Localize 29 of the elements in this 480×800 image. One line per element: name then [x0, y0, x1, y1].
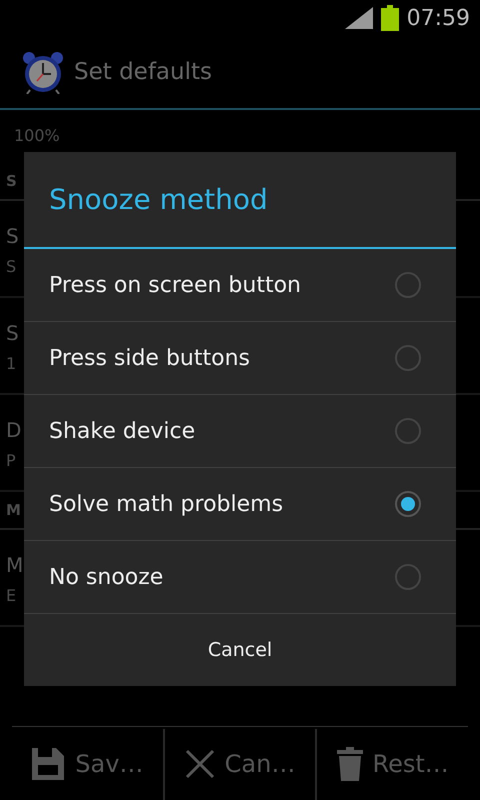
dialog-title: Snooze method — [24, 152, 456, 249]
radio-button[interactable] — [395, 564, 421, 590]
option-item[interactable]: Solve math problems — [24, 468, 456, 541]
setting-summary: 100% — [14, 126, 60, 145]
setting-title: D — [6, 417, 22, 444]
option-item[interactable]: No snooze — [24, 541, 456, 614]
trash-icon — [336, 747, 363, 781]
clock-time: 07:59 — [406, 6, 470, 30]
setting-summary: S — [6, 257, 16, 276]
option-item[interactable]: Press on screen button — [24, 249, 456, 322]
radio-button[interactable] — [395, 491, 421, 517]
option-item[interactable]: Shake device — [24, 395, 456, 468]
alarm-clock-icon — [22, 50, 64, 94]
save-icon — [31, 747, 66, 781]
cancel-button[interactable]: Cancel — [24, 614, 456, 686]
setting-summary: P — [6, 451, 16, 470]
setting-title: S — [6, 320, 19, 347]
setting-summary: E — [6, 586, 16, 605]
setting-title: M — [6, 552, 24, 579]
radio-button[interactable] — [395, 345, 421, 371]
signal-icon — [344, 7, 373, 29]
setting-title: S — [6, 223, 19, 250]
radio-button[interactable] — [395, 272, 421, 298]
close-icon — [184, 749, 215, 779]
battery-icon — [380, 5, 399, 31]
setting-summary: 1 — [6, 354, 16, 373]
option-item[interactable]: Press side buttons — [24, 322, 456, 395]
radio-button[interactable] — [395, 418, 421, 444]
screen-title: Set defaults — [74, 59, 212, 85]
